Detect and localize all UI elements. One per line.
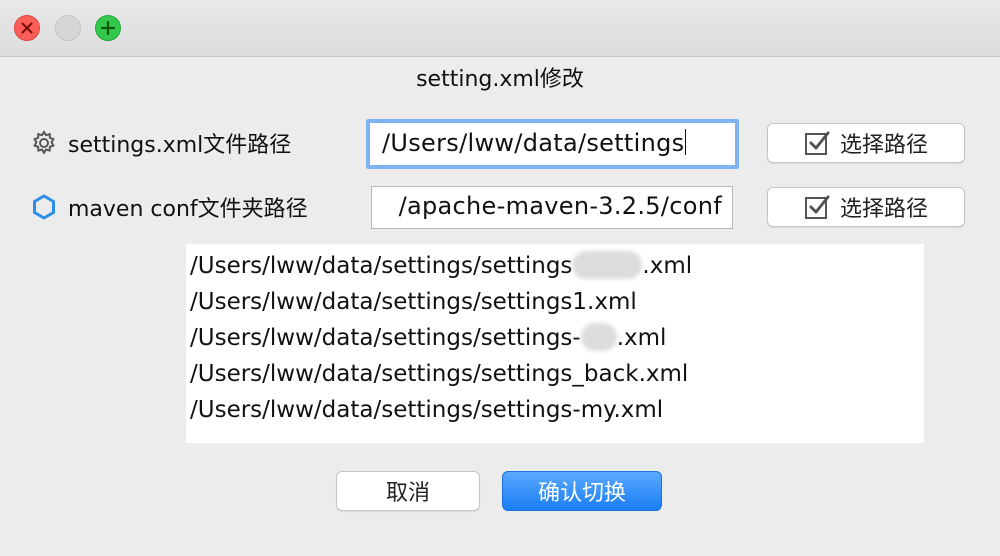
checkbox-icon [804,131,830,155]
maven-conf-path-value: /apache-maven-3.2.5/conf [398,192,722,220]
settings-file-list[interactable]: /Users/lww/data/settings/settings .xml /U… [186,244,924,443]
list-item-extension: .xml [642,253,693,279]
list-item-extension: .xml [616,325,667,351]
cancel-button[interactable]: 取消 [336,471,480,511]
settings-path-label: settings.xml文件路径 [30,127,291,159]
settings-path-input[interactable]: /Users/lww/data/settings [366,119,739,169]
list-item[interactable]: /Users/lww/data/settings/settings1.xml [190,284,924,320]
zoom-window-button[interactable] [95,15,121,41]
dialog-title: setting.xml修改 [416,67,584,92]
title-bar [0,0,1000,57]
list-item[interactable]: /Users/lww/data/settings/settings-my.xml [190,392,924,428]
list-item-path: /Users/lww/data/settings/settings-my.xml [190,397,664,423]
confirm-switch-button[interactable]: 确认切换 [502,471,662,511]
list-item-path: /Users/lww/data/settings/settings [190,253,573,279]
list-item[interactable]: /Users/lww/data/settings/settings_back.x… [190,356,924,392]
plus-icon [100,20,116,36]
text-caret [685,129,687,155]
settings-path-label-text: settings.xml文件路径 [68,133,292,158]
list-item-path: /Users/lww/data/settings/settings1.xml [190,289,637,315]
maven-conf-path-input[interactable]: /apache-maven-3.2.5/conf [371,186,733,229]
settings-path-value: /Users/lww/data/settings [382,129,685,157]
list-item[interactable]: /Users/lww/data/settings/settings- .xml [190,320,924,356]
redacted-text [580,323,617,351]
list-item-path: /Users/lww/data/settings/settings_back.x… [190,361,689,387]
list-item-path: /Users/lww/data/settings/settings- [190,325,581,351]
maven-conf-path-label: maven conf文件夹路径 [30,191,308,223]
close-window-button[interactable] [14,15,40,41]
close-icon [21,22,33,34]
hexagon-icon [30,193,58,221]
minimize-window-button[interactable] [55,15,81,41]
checkbox-icon [804,195,830,219]
redacted-text [572,251,643,279]
list-item[interactable]: /Users/lww/data/settings/settings .xml [190,248,924,284]
choose-settings-path-label: 选择路径 [839,133,928,158]
choose-maven-conf-path-label: 选择路径 [839,197,928,222]
maven-conf-path-label-text: maven conf文件夹路径 [68,197,308,222]
gear-icon [30,129,58,157]
choose-settings-path-button[interactable]: 选择路径 [767,123,965,163]
choose-maven-conf-path-button[interactable]: 选择路径 [767,187,965,227]
